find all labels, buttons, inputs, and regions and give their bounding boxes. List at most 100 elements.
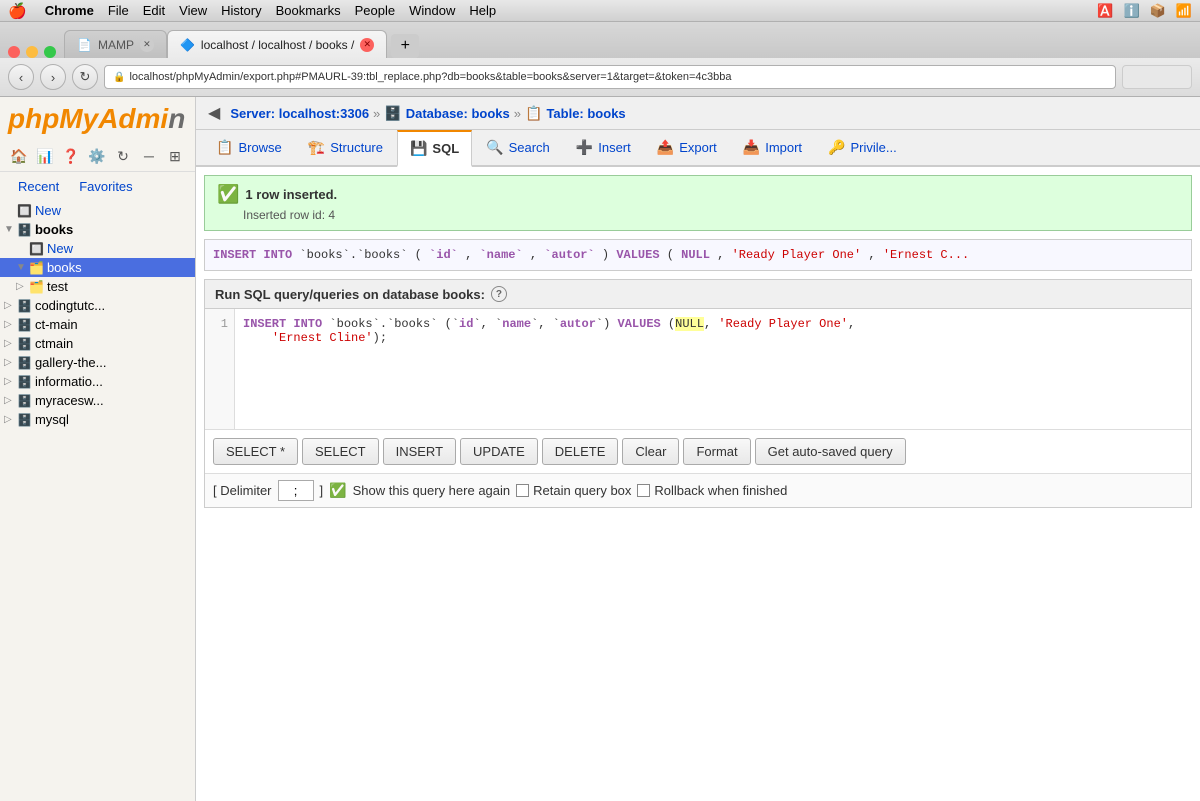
delete-btn[interactable]: DELETE xyxy=(542,438,619,465)
tree-item-books-db[interactable]: ▼ 🗄️ books xyxy=(0,220,195,239)
app-name[interactable]: Chrome xyxy=(45,3,94,18)
tree-item-mysql[interactable]: ▷ 🗄️ mysql xyxy=(0,410,195,429)
select-btn[interactable]: SELECT xyxy=(302,438,379,465)
get-auto-saved-btn[interactable]: Get auto-saved query xyxy=(755,438,906,465)
breadcrumb-table[interactable]: Table: books xyxy=(546,106,625,121)
people-menu[interactable]: People xyxy=(355,3,395,18)
informatio-icon: 🗄️ xyxy=(17,375,32,389)
query-buttons: SELECT * SELECT INSERT UPDATE DELETE Cle… xyxy=(205,429,1191,473)
insert-btn[interactable]: INSERT xyxy=(383,438,456,465)
clear-btn[interactable]: Clear xyxy=(622,438,679,465)
show-query-label[interactable]: Show this query here again xyxy=(353,483,511,498)
expand-icon[interactable]: ⊞ xyxy=(164,145,186,167)
sql-icon: 💾 xyxy=(410,140,427,157)
tab-mamp-close[interactable]: ✕ xyxy=(140,38,154,52)
retain-checkbox[interactable] xyxy=(516,484,529,497)
tab-insert[interactable]: ➕ Insert xyxy=(564,131,643,166)
back-btn[interactable]: ‹ xyxy=(8,64,34,90)
collapse-icon[interactable]: ─ xyxy=(138,145,160,167)
sql-kw-values: VALUES xyxy=(616,248,659,262)
tab-sql[interactable]: 💾 SQL xyxy=(397,130,472,167)
tree-item-myracesw[interactable]: ▷ 🗄️ myracesw... xyxy=(0,391,195,410)
tab-privileges[interactable]: 🔑 Privile... xyxy=(816,131,909,166)
tree-item-codingtutc[interactable]: ▷ 🗄️ codingtutc... xyxy=(0,296,195,315)
breadcrumb-sep2: » xyxy=(514,106,521,121)
tab-phpmyadmin[interactable]: 🔷 localhost / localhost / books / ✕ xyxy=(167,30,387,58)
ct-main-icon: 🗄️ xyxy=(17,318,32,332)
tab-structure[interactable]: 🏗️ Structure xyxy=(296,131,395,166)
tree-toggle-codingtutc: ▷ xyxy=(4,300,14,311)
breadcrumb-server[interactable]: Server: localhost:3306 xyxy=(230,106,369,121)
rollback-checkbox[interactable] xyxy=(637,484,650,497)
recent-btn[interactable]: Recent xyxy=(8,176,69,197)
address-bar[interactable]: 🔒 localhost/phpMyAdmin/export.php#PMAURL… xyxy=(104,65,1116,89)
gallery-icon: 🗄️ xyxy=(17,356,32,370)
delimiter-input[interactable] xyxy=(278,480,314,501)
retain-query-label[interactable]: Retain query box xyxy=(516,483,631,498)
edit-menu[interactable]: Edit xyxy=(143,3,165,18)
breadcrumb-back-btn[interactable]: ◀ xyxy=(208,103,220,123)
import-icon: 📥 xyxy=(743,139,760,156)
minimize-window-btn[interactable] xyxy=(26,46,38,58)
new-books-icon: 🔲 xyxy=(29,242,44,256)
creative-cloud-icon: 🅰️ xyxy=(1097,3,1113,19)
tree-item-gallery[interactable]: ▷ 🗄️ gallery-the... xyxy=(0,353,195,372)
settings-icon[interactable]: ⚙️ xyxy=(86,145,108,167)
tree-label-ct-main: ct-main xyxy=(35,317,78,332)
update-btn[interactable]: UPDATE xyxy=(460,438,538,465)
tree-item-ctmain[interactable]: ▷ 🗄️ ctmain xyxy=(0,334,195,353)
breadcrumb-database[interactable]: Database: books xyxy=(406,106,510,121)
tab-search[interactable]: 🔍 Search xyxy=(474,131,562,166)
sql-ready-player: 'Ready Player One' xyxy=(732,248,862,262)
tab-pma-close[interactable]: ✕ xyxy=(360,38,374,52)
tree-item-test[interactable]: ▷ 🗂️ test xyxy=(0,277,195,296)
history-menu[interactable]: History xyxy=(221,3,261,18)
bookmarks-menu[interactable]: Bookmarks xyxy=(276,3,341,18)
tab-search-label: Search xyxy=(509,140,550,155)
new-tab-btn[interactable]: + xyxy=(391,34,419,58)
tab-import[interactable]: 📥 Import xyxy=(731,131,814,166)
tab-export[interactable]: 📤 Export xyxy=(645,131,729,166)
maximize-window-btn[interactable] xyxy=(44,46,56,58)
close-window-btn[interactable] xyxy=(8,46,20,58)
line-number-1: 1 xyxy=(211,317,228,331)
tree-toggle-ct-main: ▷ xyxy=(4,319,14,330)
tab-browse-label: Browse xyxy=(238,140,281,155)
tree-label-codingtutc: codingtutc... xyxy=(35,298,105,313)
tree-item-new-root[interactable]: 🔲 New xyxy=(0,201,195,220)
refresh-icon[interactable]: ↻ xyxy=(112,145,134,167)
apple-menu[interactable]: 🍎 xyxy=(8,2,27,20)
sql-kw-insert: INSERT INTO xyxy=(213,248,292,262)
sql-display: INSERT INTO `books`.`books` ( `id` , `na… xyxy=(204,239,1192,271)
tree-item-informatio[interactable]: ▷ 🗄️ informatio... xyxy=(0,372,195,391)
query-section: Run SQL query/queries on database books:… xyxy=(204,279,1192,508)
file-menu[interactable]: File xyxy=(108,3,129,18)
home-icon[interactable]: 🏠 xyxy=(8,145,30,167)
tab-browse[interactable]: 📋 Browse xyxy=(204,131,294,166)
chart-icon[interactable]: 📊 xyxy=(34,145,56,167)
editor-area[interactable]: INSERT INTO `books`.`books` (`id`, `name… xyxy=(235,309,1191,429)
help-menu[interactable]: Help xyxy=(469,3,496,18)
window-menu[interactable]: Window xyxy=(409,3,455,18)
retain-text: Retain query box xyxy=(533,483,631,498)
help-icon[interactable]: ❓ xyxy=(60,145,82,167)
select-star-btn[interactable]: SELECT * xyxy=(213,438,298,465)
tree-toggle-books-table: ▼ xyxy=(16,262,26,273)
tab-mamp[interactable]: 📄 MAMP ✕ xyxy=(64,30,167,58)
tree-item-ct-main[interactable]: ▷ 🗄️ ct-main xyxy=(0,315,195,334)
favorites-btn[interactable]: Favorites xyxy=(69,176,142,197)
tree-label-books-db: books xyxy=(35,222,73,237)
query-header: Run SQL query/queries on database books:… xyxy=(205,280,1191,309)
tree-item-books-table[interactable]: ▼ 🗂️ books xyxy=(0,258,195,277)
query-help-btn[interactable]: ? xyxy=(491,286,507,302)
tab-pma-icon: 🔷 xyxy=(180,38,195,52)
view-menu[interactable]: View xyxy=(179,3,207,18)
sidebar-icons: 🏠 📊 ❓ ⚙️ ↻ ─ ⊞ xyxy=(0,141,195,172)
rollback-label[interactable]: Rollback when finished xyxy=(637,483,787,498)
reload-btn[interactable]: ↻ xyxy=(72,64,98,90)
forward-btn[interactable]: › xyxy=(40,64,66,90)
wifi-icon: 📶 xyxy=(1176,3,1192,19)
pma-logo: phpMyAdmin xyxy=(0,97,195,141)
tree-item-new-books[interactable]: 🔲 New xyxy=(0,239,195,258)
format-btn[interactable]: Format xyxy=(683,438,750,465)
